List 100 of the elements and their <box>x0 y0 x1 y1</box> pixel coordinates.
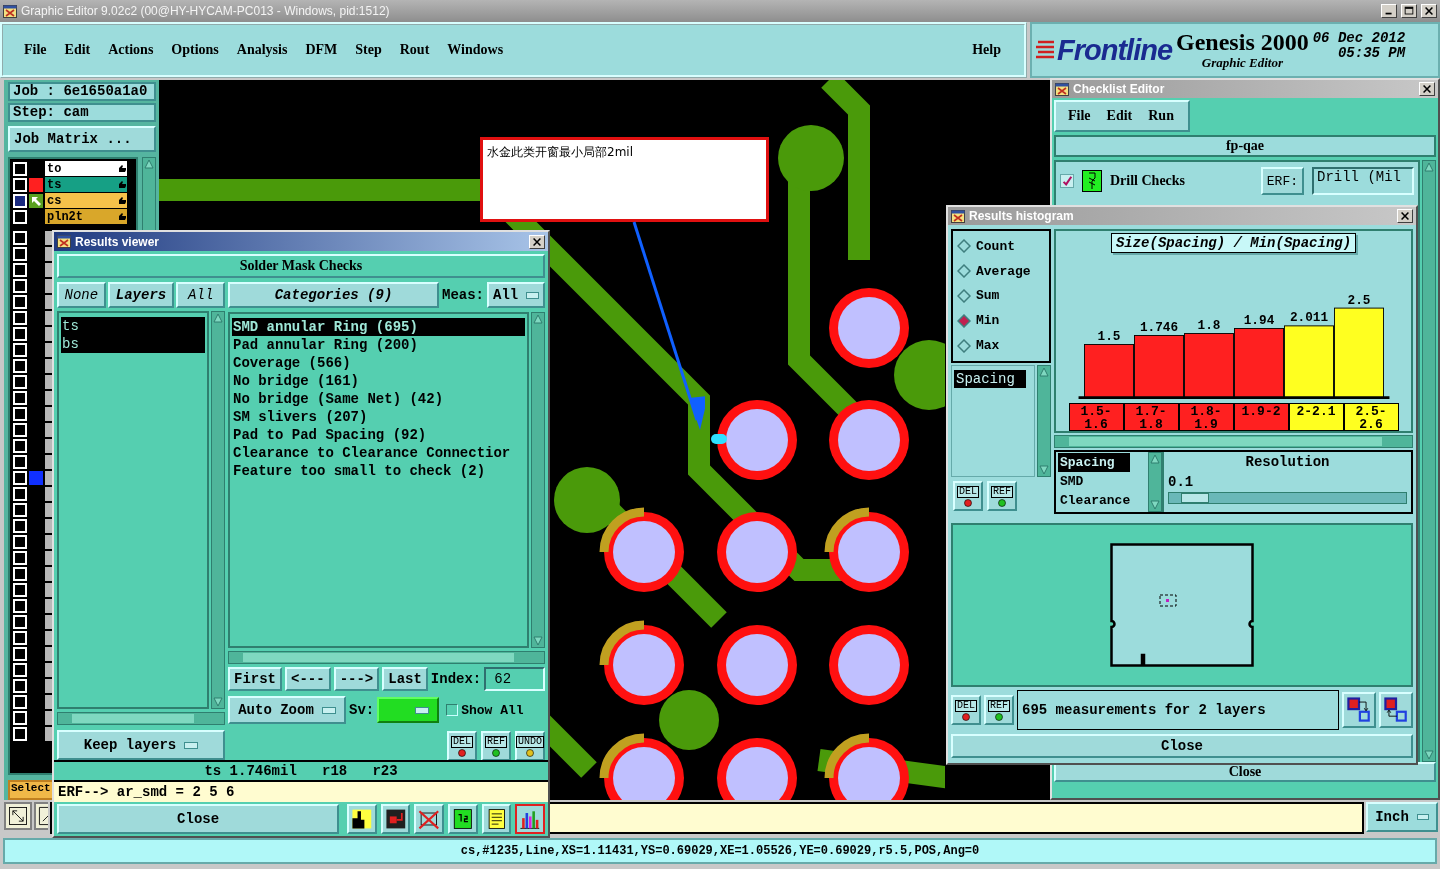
undo-button[interactable]: UNDO <box>515 731 545 761</box>
layer-checkbox[interactable] <box>13 374 27 389</box>
layer-checkbox[interactable] <box>13 518 27 533</box>
close-button[interactable]: Close <box>951 734 1413 758</box>
list-item[interactable]: SMD annular Ring (695) <box>232 318 525 336</box>
minimize-button[interactable] <box>1381 4 1397 18</box>
list-item[interactable]: bs <box>61 335 205 353</box>
erf-field[interactable]: Drill (Mil <box>1312 167 1414 195</box>
layer-name[interactable]: pln2t <box>45 209 127 225</box>
help-menu[interactable]: Help <box>963 42 1010 58</box>
list-item[interactable]: Spacing <box>954 370 1026 388</box>
list-item[interactable]: No bridge (161) <box>232 372 525 390</box>
menu-item[interactable]: Analysis <box>227 42 297 58</box>
layer-name[interactable]: cs <box>45 193 127 209</box>
layer-checkbox[interactable] <box>13 598 27 613</box>
menu-item[interactable]: Windows <box>438 42 513 58</box>
layers-button[interactable]: Layers <box>107 282 175 308</box>
scrollbar-thumb[interactable] <box>72 714 194 723</box>
swap-icon[interactable] <box>1342 692 1376 728</box>
scrollbar-thumb[interactable] <box>1069 437 1382 446</box>
layer-checkbox[interactable] <box>13 710 27 725</box>
first-button[interactable]: First <box>228 667 282 691</box>
layer-checkbox[interactable] <box>13 193 27 208</box>
list-item[interactable]: Feature too small to check (2) <box>232 462 525 480</box>
resolution-slider[interactable] <box>1168 492 1407 504</box>
menu-item[interactable]: Step <box>346 42 391 58</box>
menu-item[interactable]: Edit <box>1106 108 1133 124</box>
crossed-icon[interactable] <box>414 804 445 834</box>
scrollbar[interactable] <box>57 712 225 725</box>
layer-checkbox[interactable] <box>13 630 27 645</box>
layer-checkbox[interactable] <box>13 177 27 192</box>
scrollbar[interactable] <box>228 651 545 664</box>
bar-chart-icon[interactable] <box>515 804 545 834</box>
radio-button[interactable] <box>957 264 971 279</box>
refresh-button[interactable]: REF <box>481 731 511 761</box>
up-arrow-icon[interactable] <box>143 157 155 170</box>
menu-item[interactable]: Actions <box>99 42 163 58</box>
layer-checkbox[interactable] <box>13 358 27 373</box>
scrollbar[interactable] <box>1054 435 1413 448</box>
radio-button[interactable] <box>957 338 971 353</box>
layer-checkbox[interactable] <box>13 470 27 485</box>
previous-button[interactable]: <--- <box>285 667 331 691</box>
swap-icon[interactable] <box>1379 692 1413 728</box>
refresh-button[interactable]: REF <box>987 481 1017 511</box>
layer-checkbox[interactable] <box>13 550 27 565</box>
page-icon[interactable] <box>448 804 478 834</box>
layer-checkbox[interactable] <box>13 246 27 261</box>
layer-checkbox[interactable] <box>13 502 27 517</box>
radio-button[interactable] <box>957 239 971 254</box>
categories-button[interactable]: Categories (9) <box>228 282 439 308</box>
list-item[interactable]: ts <box>61 317 205 335</box>
layer-checkbox[interactable] <box>13 486 27 501</box>
list-item[interactable]: Pad annular Ring (200) <box>232 336 525 354</box>
slider-thumb[interactable] <box>1180 493 1209 503</box>
close-button[interactable]: Close <box>57 804 340 834</box>
zoom-icon[interactable] <box>34 802 48 830</box>
layer-checkbox[interactable] <box>13 454 27 469</box>
list-item[interactable]: SMD <box>1058 472 1130 491</box>
severity-dropdown[interactable] <box>377 697 440 723</box>
layer-checkbox[interactable] <box>13 678 27 693</box>
layer-checkbox[interactable] <box>13 342 27 357</box>
job-matrix-button[interactable]: Job Matrix ... <box>8 126 156 152</box>
layer-checkbox[interactable] <box>13 230 27 245</box>
list-item[interactable]: No bridge (Same Net) (42) <box>232 390 525 408</box>
list-item[interactable]: Clearance <box>1058 491 1133 510</box>
layer-checkbox[interactable] <box>13 406 27 421</box>
layer-checkbox[interactable] <box>13 566 27 581</box>
tool-icon[interactable] <box>380 804 411 834</box>
menu-item[interactable]: DFM <box>296 42 347 58</box>
menu-item[interactable]: Options <box>162 42 228 58</box>
next-button[interactable]: ---> <box>333 667 380 691</box>
layer-checkbox[interactable] <box>13 326 27 341</box>
layer-checkbox[interactable] <box>13 662 27 677</box>
menu-item[interactable]: Run <box>1148 108 1174 124</box>
layer-checkbox[interactable] <box>13 422 27 437</box>
zoom-fit-icon[interactable] <box>4 802 32 830</box>
close-button[interactable] <box>1421 4 1437 18</box>
layer-checkbox[interactable] <box>13 161 27 176</box>
layer-checkbox[interactable] <box>13 262 27 277</box>
refresh-button[interactable]: REF <box>984 695 1014 725</box>
close-button[interactable] <box>529 234 545 249</box>
delete-button[interactable]: DEL <box>447 731 477 761</box>
units-dropdown[interactable]: Inch <box>1366 802 1438 832</box>
scrollbar-thumb[interactable] <box>243 653 514 662</box>
layer-name[interactable]: to <box>45 161 127 177</box>
last-button[interactable]: Last <box>382 667 428 691</box>
select-button[interactable]: Select <box>8 780 54 800</box>
delete-button[interactable]: DEL <box>953 481 983 511</box>
radio-button[interactable] <box>957 313 971 328</box>
layer-name[interactable]: ts <box>45 177 127 193</box>
menu-item[interactable]: File <box>15 42 56 58</box>
menu-item[interactable]: Rout <box>390 42 439 58</box>
meas-dropdown[interactable]: All <box>487 282 545 308</box>
radio-button[interactable] <box>957 289 971 303</box>
layer-checkbox[interactable] <box>13 646 27 661</box>
layer-checkbox[interactable] <box>13 582 27 597</box>
menu-item[interactable]: File <box>1068 108 1091 124</box>
list-item[interactable]: SM slivers (207) <box>232 408 525 426</box>
layer-checkbox[interactable] <box>13 209 27 224</box>
layer-checkbox[interactable] <box>13 534 27 549</box>
